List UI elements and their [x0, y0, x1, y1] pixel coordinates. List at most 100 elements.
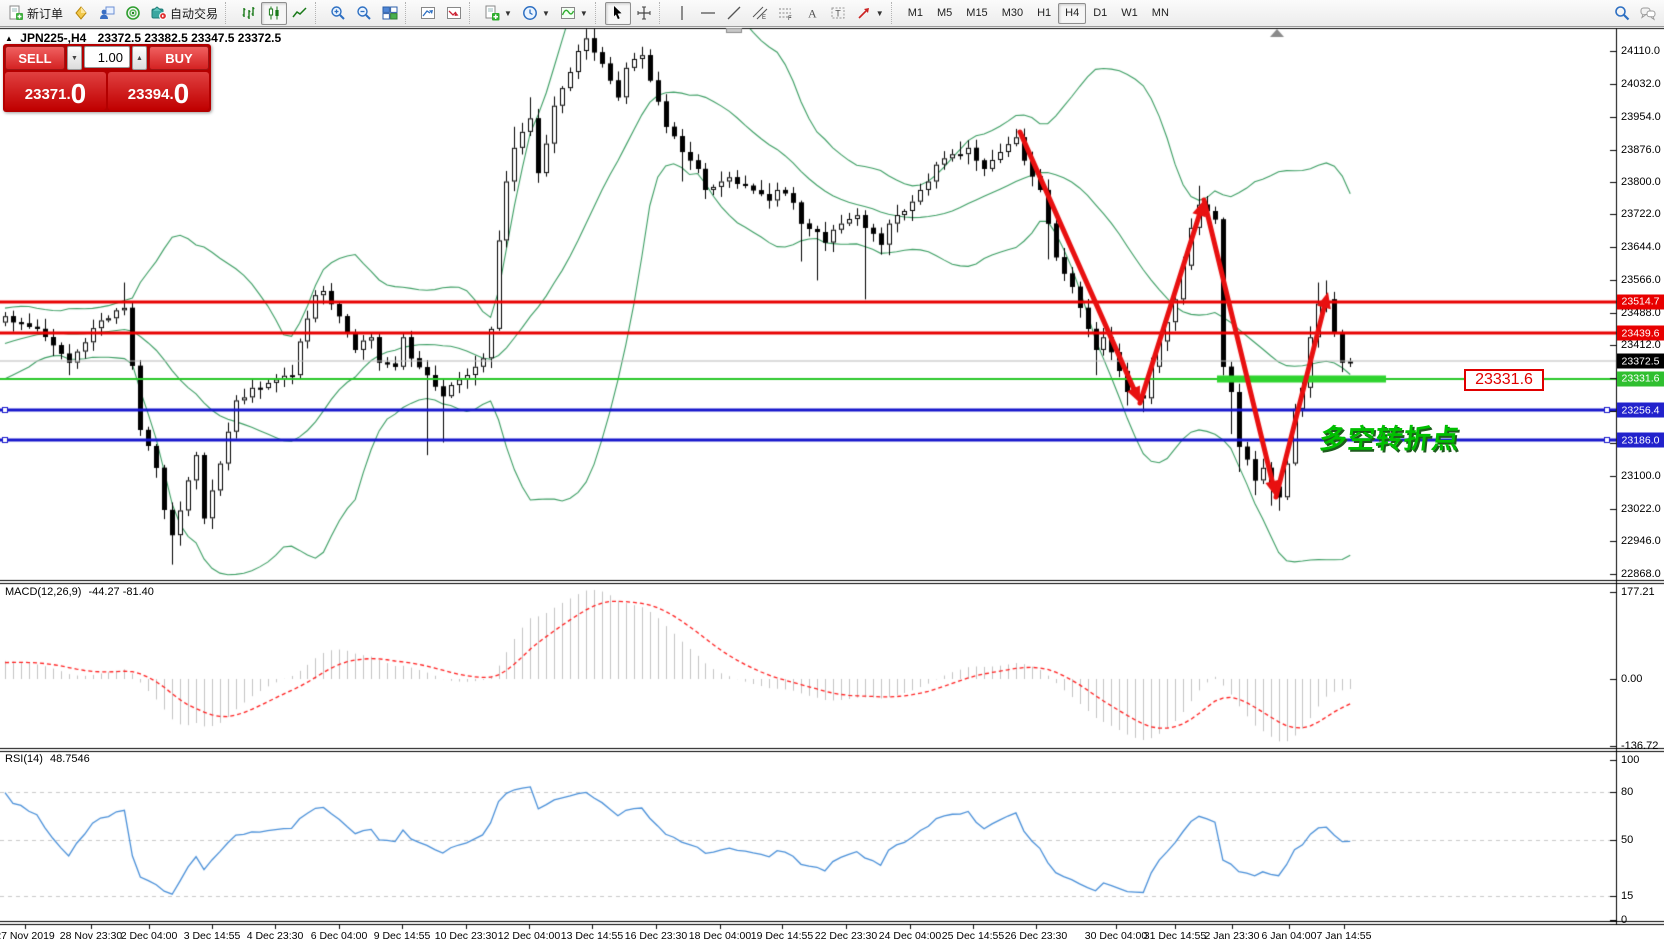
timeframe-m1-button[interactable]: M1 — [901, 3, 930, 24]
line-chart-icon — [292, 5, 308, 21]
zoom-out-button[interactable] — [351, 2, 377, 25]
svg-text:F: F — [788, 16, 792, 21]
volume-decrease-button[interactable]: ▼ — [67, 46, 82, 70]
time-tick-label: 24 Dec 04:00 — [879, 930, 941, 942]
macd-label: MACD(12,26,9) -44.27 -81.40 — [5, 586, 154, 598]
indicators-button[interactable]: ▼ — [555, 2, 593, 25]
time-tick-label: 28 Nov 23:30 — [60, 930, 122, 942]
text-label-button[interactable]: T — [825, 2, 851, 25]
price-line-badge: 23186.0 — [1617, 433, 1664, 448]
time-tick-label: 2 Jan 23:30 — [1205, 930, 1260, 942]
new-order-icon — [8, 5, 24, 21]
price-tick-label: 24032.0 — [1621, 78, 1661, 90]
text-icon: A — [804, 5, 820, 21]
timeframe-h4-button[interactable]: H4 — [1058, 3, 1086, 24]
chat-button[interactable] — [1635, 2, 1661, 25]
text-button[interactable]: A — [799, 2, 825, 25]
fibonacci-icon: F — [778, 5, 794, 21]
data-window-icon — [99, 5, 115, 21]
chat-icon — [1640, 5, 1656, 21]
vertical-line-button[interactable] — [669, 2, 695, 25]
search-button[interactable] — [1609, 2, 1635, 25]
timeframe-m30-button[interactable]: M30 — [995, 3, 1030, 24]
price-tick-label: 23100.0 — [1621, 470, 1661, 482]
time-tick-label: 27 Nov 2019 — [0, 930, 55, 942]
volume-increase-button[interactable]: ▲ — [132, 46, 147, 70]
price-line-badge: 23256.4 — [1617, 403, 1664, 418]
price-tick-label: 23876.0 — [1621, 144, 1661, 156]
chart-canvas[interactable] — [0, 0, 1664, 946]
tile-windows-button[interactable] — [377, 2, 403, 25]
new-order-button[interactable]: 新订单 — [3, 2, 68, 25]
time-tick-label: 2 Dec 04:00 — [121, 930, 178, 942]
price-tick-label: 23800.0 — [1621, 176, 1661, 188]
price-line-badge: 23439.6 — [1617, 326, 1664, 341]
green-line-price-callout[interactable]: 23331.6 — [1464, 369, 1544, 391]
buy-price-big-digit: 0 — [174, 80, 190, 108]
horizontal-line-button[interactable] — [695, 2, 721, 25]
line-chart-button[interactable] — [287, 2, 313, 25]
sell-price-small: 23371 — [25, 82, 67, 108]
timeframe-w1-button[interactable]: W1 — [1114, 3, 1145, 24]
new-chart-button[interactable]: ▼ — [479, 2, 517, 25]
price-tick-label: 24110.0 — [1621, 45, 1660, 57]
channel-button[interactable]: E — [747, 2, 773, 25]
timeframe-d1-button[interactable]: D1 — [1086, 3, 1114, 24]
bar-chart-button[interactable] — [235, 2, 261, 25]
candlestick-chart-button[interactable] — [261, 2, 287, 25]
arrows-button[interactable]: ▼ — [851, 2, 889, 25]
templates-button[interactable] — [441, 2, 467, 25]
market-watch-icon — [73, 5, 89, 21]
sell-price-big-digit: 0 — [71, 80, 87, 108]
crosshair-button[interactable] — [631, 2, 657, 25]
timeframe-h1-button[interactable]: H1 — [1030, 3, 1058, 24]
fibonacci-button[interactable]: F — [773, 2, 799, 25]
horizontal-line-icon — [700, 5, 716, 21]
time-tick-label: 7 Jan 14:55 — [1317, 930, 1372, 942]
chinese-annotation[interactable]: 多空转折点 — [1318, 417, 1462, 456]
collapse-triangle-icon[interactable]: ▲ — [5, 34, 13, 43]
market-watch-button[interactable] — [68, 2, 94, 25]
auto-trading-button[interactable]: 自动交易 — [146, 2, 223, 25]
macd-values: -44.27 -81.40 — [88, 586, 153, 598]
time-tick-label: 25 Dec 14:55 — [942, 930, 1004, 942]
buy-button[interactable]: BUY — [149, 46, 209, 70]
time-tick-label: 6 Jan 04:00 — [1262, 930, 1317, 942]
dropdown-arrow-icon: ▼ — [504, 9, 512, 18]
toolbar-separator — [891, 2, 899, 24]
indicators-icon — [560, 5, 576, 21]
zoom-in-button[interactable] — [325, 2, 351, 25]
data-window-button[interactable] — [94, 2, 120, 25]
time-tick-label: 3 Dec 14:55 — [184, 930, 241, 942]
chart-ohlc-values: 23372.5 23382.5 23347.5 23372.5 — [98, 31, 282, 45]
toolbar-separator — [405, 2, 413, 24]
trendline-button[interactable] — [721, 2, 747, 25]
timeframe-m5-button[interactable]: M5 — [930, 3, 959, 24]
chart-title: ▲ JPN225-,H4 23372.5 23382.5 23347.5 233… — [5, 31, 281, 45]
navigator-button[interactable] — [120, 2, 146, 25]
time-tick-label: 22 Dec 23:30 — [815, 930, 877, 942]
time-tick-label: 19 Dec 14:55 — [751, 930, 813, 942]
timeframe-mn-button[interactable]: MN — [1145, 3, 1176, 24]
time-tick-label: 13 Dec 14:55 — [561, 930, 623, 942]
buy-price-small: 23394 — [128, 82, 170, 108]
trendline-icon — [726, 5, 742, 21]
cursor-button[interactable] — [605, 2, 631, 25]
dropdown-arrow-icon: ▼ — [542, 9, 550, 18]
time-tick-label: 26 Dec 23:30 — [1005, 930, 1067, 942]
arrows-icon — [856, 5, 872, 21]
time-tick-label: 31 Dec 14:55 — [1144, 930, 1206, 942]
channel-icon: E — [752, 5, 768, 21]
dropdown-arrow-icon: ▼ — [876, 9, 884, 18]
new-chart-icon — [484, 5, 500, 21]
profiles-button[interactable] — [415, 2, 441, 25]
timeframe-m15-button[interactable]: M15 — [959, 3, 994, 24]
sell-button[interactable]: SELL — [5, 46, 65, 70]
sell-price[interactable]: 23371.0 — [5, 72, 106, 110]
price-tick-label: 23722.0 — [1621, 208, 1661, 220]
price-line-badge: 23372.5 — [1617, 354, 1664, 369]
buy-price[interactable]: 23394.0 — [108, 72, 209, 110]
new-order-label: 新订单 — [27, 5, 63, 22]
period-clock-button[interactable]: ▼ — [517, 2, 555, 25]
volume-input[interactable]: 1.00 — [84, 46, 130, 68]
